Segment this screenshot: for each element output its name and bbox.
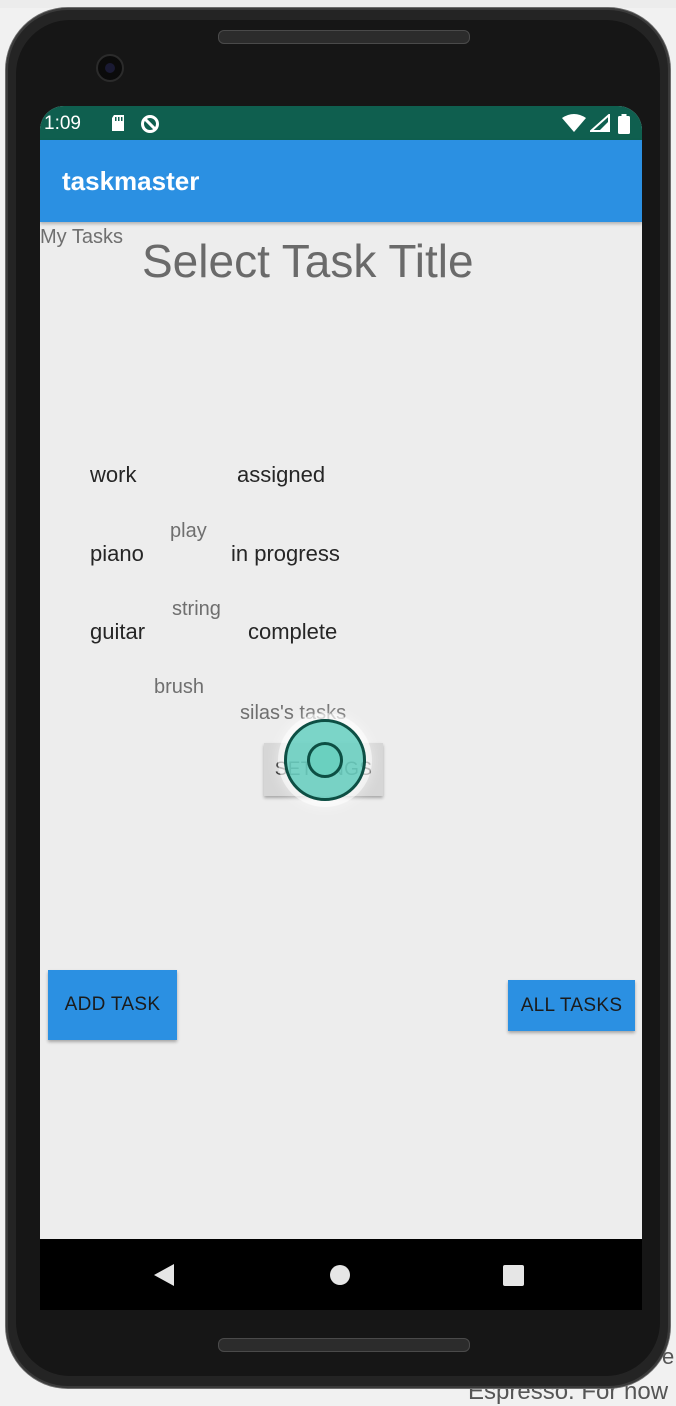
home-icon[interactable] bbox=[330, 1265, 350, 1285]
task-title-piano[interactable]: piano bbox=[90, 541, 144, 567]
touch-indicator-icon bbox=[284, 719, 366, 801]
status-bar: 1:09 bbox=[40, 106, 642, 140]
sd-card-icon bbox=[110, 114, 126, 138]
back-icon[interactable] bbox=[154, 1264, 174, 1286]
recents-icon[interactable] bbox=[503, 1265, 524, 1286]
status-time: 1:09 bbox=[44, 113, 81, 134]
task-body-brush: brush bbox=[154, 676, 205, 698]
task-state-in-progress[interactable]: in progress bbox=[231, 541, 340, 567]
main-content: My Tasks Select Task Title work assigned… bbox=[40, 222, 642, 1240]
task-title-guitar[interactable]: guitar bbox=[90, 619, 145, 645]
wifi-icon bbox=[562, 114, 586, 138]
battery-icon bbox=[618, 114, 630, 140]
task-title-work[interactable]: work bbox=[90, 462, 136, 488]
app-bar: taskmaster bbox=[40, 140, 642, 222]
top-speaker-grille bbox=[218, 30, 470, 44]
task-state-assigned[interactable]: assigned bbox=[237, 462, 325, 488]
front-camera-icon bbox=[96, 54, 124, 82]
task-body-string: string bbox=[172, 598, 221, 620]
background-strip bbox=[0, 0, 676, 8]
add-task-button[interactable]: ADD TASK bbox=[48, 970, 177, 1040]
cell-signal-icon bbox=[588, 112, 610, 138]
task-state-complete[interactable]: complete bbox=[248, 619, 337, 645]
task-body-play: play bbox=[170, 520, 207, 542]
sync-icon bbox=[140, 114, 160, 140]
app-title: taskmaster bbox=[62, 166, 200, 196]
navigation-bar bbox=[40, 1239, 642, 1310]
device-screen: 1:09 taskmaster My Tasks Select Task Tit… bbox=[40, 106, 642, 1310]
my-tasks-label: My Tasks bbox=[40, 226, 123, 248]
bottom-speaker-grille bbox=[218, 1338, 470, 1352]
all-tasks-button[interactable]: ALL TASKS bbox=[508, 980, 635, 1031]
page-title: Select Task Title bbox=[142, 235, 474, 287]
